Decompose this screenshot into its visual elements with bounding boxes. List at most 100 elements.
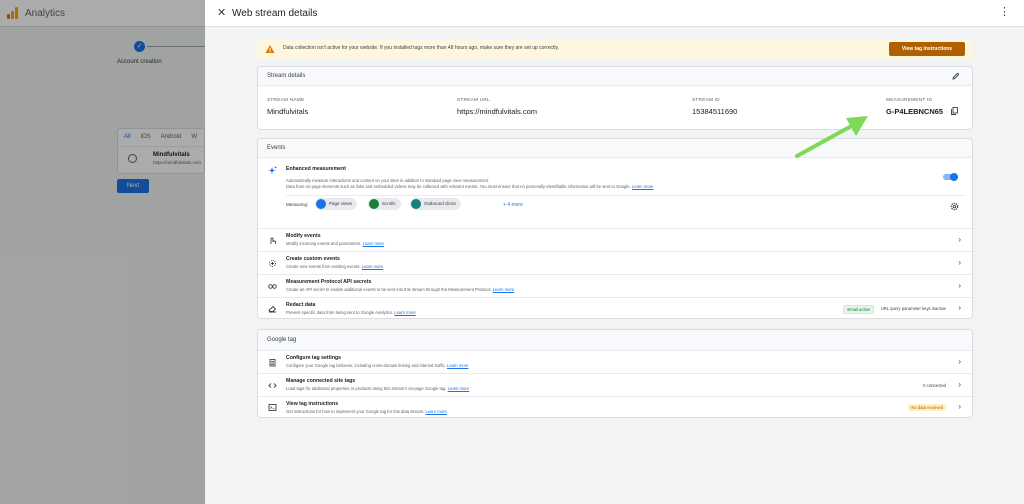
row-desc: Load tags for additional properties or p… (286, 386, 469, 391)
pill-label: Scrolls (382, 201, 396, 206)
desc-text: Prevent specific data from being sent to… (286, 310, 394, 315)
learn-more-link[interactable]: Learn more (447, 363, 468, 368)
instructions-icon (268, 404, 277, 411)
field-label: STREAM ID (692, 98, 720, 103)
pill-scrolls: Scrolls (368, 198, 401, 210)
drawer-header: ✕ Web stream details ⋮ (205, 0, 1024, 27)
measurement-id-field: MEASUREMENT ID G-P4LEBNCN65 (886, 98, 943, 116)
chevron-right-icon: › (958, 281, 961, 290)
sparkle-icon (268, 166, 277, 174)
tag-settings-icon (269, 359, 276, 367)
enhanced-measurement-row: Enhanced measurement Automatically measu… (258, 158, 972, 229)
row-desc: Automatically measure interactions and c… (286, 178, 490, 183)
row-desc: Prevent specific data from being sent to… (286, 310, 416, 315)
field-value: Mindfulvitals (267, 107, 309, 116)
gear-icon[interactable] (950, 202, 959, 211)
desc-text: Get instructions for how to implement yo… (286, 409, 425, 414)
scroll-icon (369, 199, 379, 209)
close-icon[interactable]: ✕ (217, 8, 226, 19)
stream-details-title: Stream details (267, 73, 306, 79)
chevron-right-icon: › (958, 402, 961, 411)
desc-text: Configure your Google tag behavior, incl… (286, 363, 446, 368)
field-label: MEASUREMENT ID (886, 98, 933, 103)
stream-details-card: Stream details STREAM NAME Mindfulvitals… (257, 66, 973, 130)
toggle-knob (950, 173, 958, 181)
web-stream-drawer: ✕ Web stream details ⋮ Data collection i… (205, 0, 1024, 504)
row-title: Create custom events (286, 256, 340, 262)
key-icon (268, 284, 277, 289)
field-label: STREAM URL (457, 98, 490, 103)
field-label: STREAM NAME (267, 98, 305, 103)
view-tag-instructions-button[interactable]: View tag instructions (889, 42, 965, 56)
more-events-link[interactable]: + 4 more (503, 202, 523, 208)
events-card: Events Enhanced measurement Automaticall… (257, 138, 973, 319)
copy-icon[interactable] (951, 107, 958, 115)
chevron-right-icon: › (958, 235, 961, 244)
data-collection-alert: Data collection isn't active for your we… (257, 39, 973, 59)
chevron-right-icon: › (958, 303, 961, 312)
learn-more-link[interactable]: Learn more (632, 184, 653, 189)
row-title: Modify events (286, 233, 321, 239)
learn-more-link[interactable]: Learn more (363, 241, 384, 246)
more-options-icon[interactable]: ⋮ (999, 7, 1010, 18)
connected-count: 0 connected (923, 383, 946, 388)
pill-page-views: Page views (315, 198, 358, 210)
learn-more-link[interactable]: Learn more (362, 264, 383, 269)
drawer-content: Data collection isn't active for your we… (257, 39, 973, 418)
learn-more-link[interactable]: Learn more (493, 287, 514, 292)
stream-url-field: STREAM URL https://mindfulvitals.com (457, 98, 537, 116)
stream-id-field: STREAM ID 15384511690 (692, 98, 737, 116)
learn-more-link[interactable]: Learn more (394, 310, 415, 315)
pill-label: Page views (329, 201, 353, 206)
warning-icon (265, 45, 275, 53)
row-title: Enhanced measurement (286, 166, 346, 172)
chevron-right-icon: › (958, 380, 961, 389)
field-value: 15384511690 (692, 107, 738, 116)
chevron-right-icon: › (958, 258, 961, 267)
stream-details-header: Stream details (258, 67, 972, 86)
events-title: Events (267, 145, 286, 151)
row-desc: Create new events from existing events. … (286, 264, 383, 269)
field-value: https://mindfulvitals.com (457, 107, 538, 116)
chevron-right-icon: › (958, 357, 961, 366)
desc-text: Data from on-page elements such as links… (286, 184, 631, 189)
google-tag-title: Google tag (267, 337, 297, 343)
enhanced-measurement-toggle[interactable] (943, 173, 959, 181)
field-value: G-P4LEBNCN65 (886, 107, 944, 116)
desc-text: Create new events from existing events. (286, 264, 361, 269)
measuring-label: Measuring: (286, 202, 309, 207)
view-tag-instructions-row[interactable]: View tag instructions Get instructions f… (258, 397, 972, 418)
drawer-title: Web stream details (232, 8, 318, 19)
custom-event-icon (269, 260, 276, 267)
outbound-click-icon (411, 199, 421, 209)
row-title: Manage connected site tags (286, 378, 356, 384)
row-title: View tag instructions (286, 401, 339, 407)
stream-name-field: STREAM NAME Mindfulvitals (267, 98, 308, 116)
touch-icon (270, 237, 276, 244)
email-active-badge: Email active (843, 305, 874, 314)
pencil-icon[interactable] (952, 72, 960, 80)
no-data-badge: No data received (908, 404, 946, 411)
create-custom-events-row[interactable]: Create custom events Create new events f… (258, 252, 972, 275)
pill-outbound-clicks: Outbound clicks (410, 198, 462, 210)
row-title: Measurement Protocol API secrets (286, 279, 372, 285)
learn-more-link[interactable]: Learn more (448, 386, 469, 391)
measurement-protocol-row[interactable]: Measurement Protocol API secrets Create … (258, 275, 972, 298)
pill-label: Outbound clicks (424, 201, 457, 206)
redact-data-row[interactable]: Redact data Prevent specific data from b… (258, 298, 972, 319)
desc-text: Load tags for additional properties or p… (286, 386, 447, 391)
manage-connected-tags-row[interactable]: Manage connected site tags Load tags for… (258, 374, 972, 397)
google-tag-header: Google tag (258, 330, 972, 351)
modify-events-row[interactable]: Modify events Modify incoming events and… (258, 229, 972, 252)
row-desc: Create an API secret to enable additiona… (286, 287, 514, 292)
row-desc: Modify incoming events and parameters. L… (286, 241, 384, 246)
configure-tag-settings-row[interactable]: Configure tag settings Configure your Go… (258, 351, 972, 374)
url-query-status: URL query parameter keys inactive (880, 306, 946, 311)
eye-icon (316, 199, 326, 209)
learn-more-link[interactable]: Learn more (425, 409, 446, 414)
events-header: Events (258, 139, 972, 158)
eraser-icon (268, 305, 277, 313)
google-tag-card: Google tag Configure tag settings Config… (257, 329, 973, 418)
row-desc-2: Data from on-page elements such as links… (286, 184, 653, 189)
code-icon (268, 383, 277, 388)
